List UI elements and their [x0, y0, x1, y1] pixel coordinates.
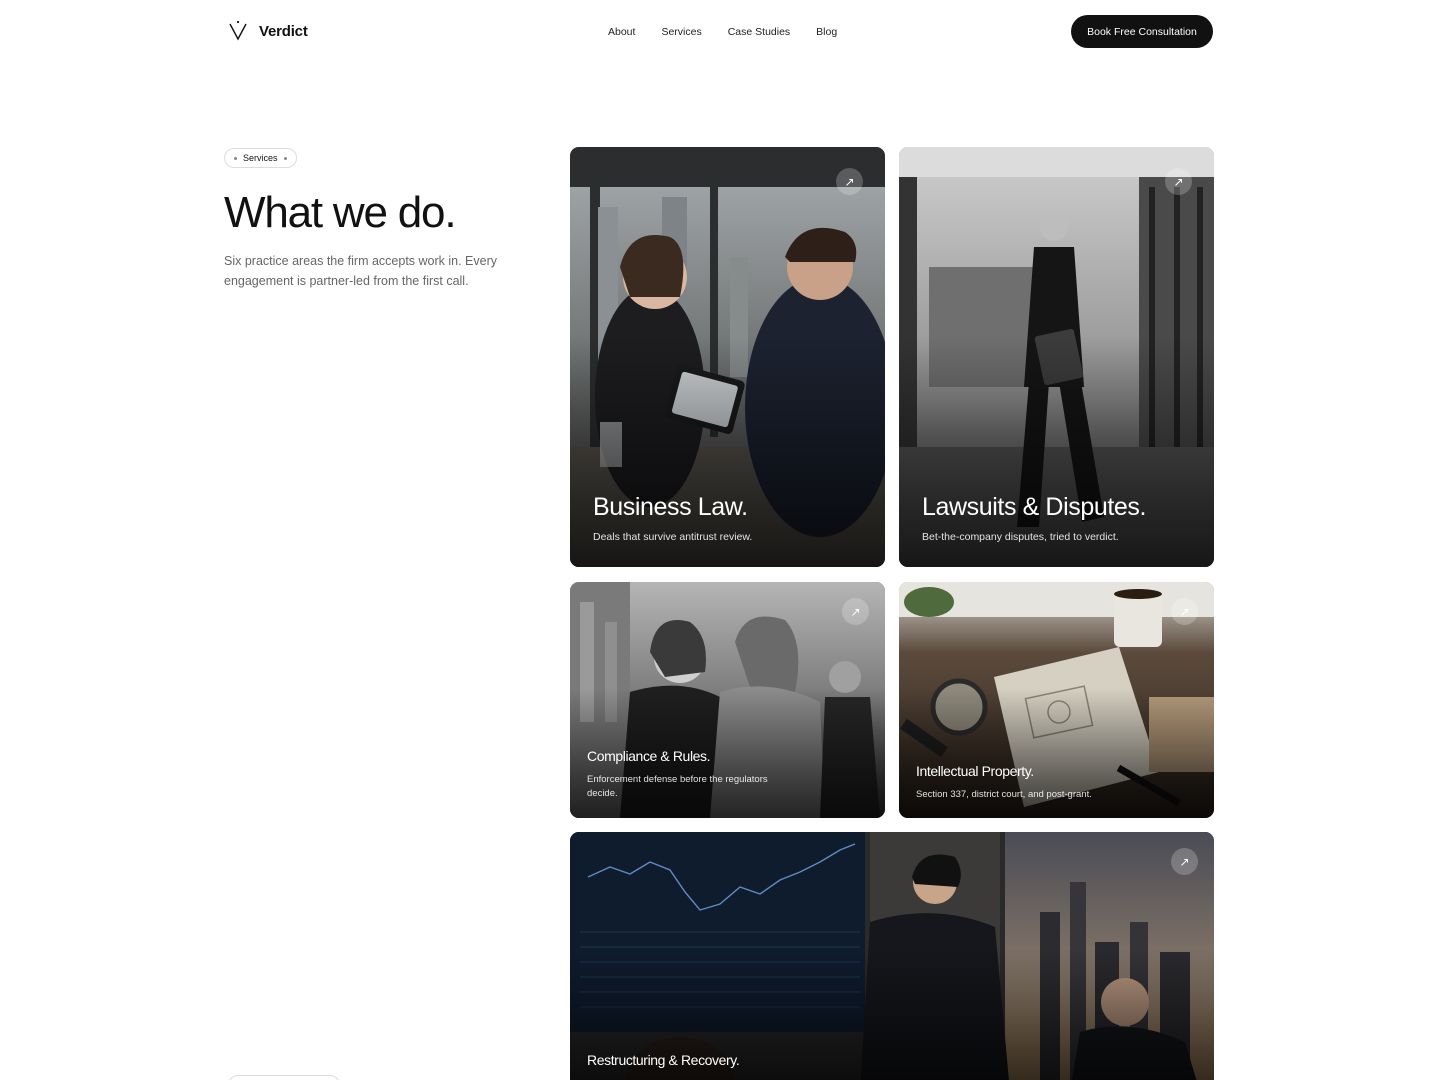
service-card-business-law[interactable]: ↗ Business Law. Deals that survive antit… [570, 147, 885, 567]
card-subtitle: Enforcement defense before the regulator… [587, 774, 768, 799]
arrow-up-right-icon[interactable]: ↗ [1171, 598, 1198, 625]
badge-dot-icon [283, 156, 287, 160]
card-title: Business Law. [593, 493, 748, 521]
section-badge: Services [224, 148, 297, 168]
nav-link-case-studies[interactable]: Case Studies [728, 26, 790, 38]
card-title: Intellectual Property. [916, 763, 1034, 779]
nav-link-blog[interactable]: Blog [816, 26, 837, 38]
v-mark-logo-icon [229, 20, 247, 41]
section-badge-label: Services [243, 153, 278, 163]
nav-link-services[interactable]: Services [661, 26, 701, 38]
brand-name: Verdict [259, 22, 308, 40]
secondary-badge [228, 1075, 340, 1080]
service-card-restructuring-recovery[interactable]: ↗ Restructuring & Recovery. [570, 832, 1214, 1080]
brand-logo[interactable]: Verdict [228, 20, 308, 42]
card-subtitle: Bet-the-company disputes, tried to verdi… [922, 531, 1119, 543]
section-title: What we do. [224, 188, 457, 237]
service-card-compliance-rules[interactable]: ↗ Compliance & Rules. Enforcement defens… [570, 582, 885, 818]
arrow-up-right-icon[interactable]: ↗ [1165, 168, 1192, 195]
nav-link-about[interactable]: About [608, 26, 635, 38]
card-title: Lawsuits & Disputes. [922, 493, 1147, 521]
badge-dot-icon [234, 156, 237, 160]
main-menu: About Services Case Studies Blog [608, 26, 837, 38]
top-nav: Verdict About Services Case Studies Blog… [0, 0, 1440, 64]
service-card-lawsuits-disputes[interactable]: ↗ Lawsuits & Disputes. Bet-the-company d… [899, 147, 1214, 567]
service-card-intellectual-property[interactable]: ↗ Intellectual Property. Section 337, di… [899, 582, 1214, 818]
card-subtitle: Deals that survive antitrust review. [593, 531, 753, 543]
arrow-up-right-icon[interactable]: ↗ [836, 168, 863, 195]
card-title: Compliance & Rules. [587, 748, 711, 764]
section-description: Six practice areas the firm accepts work… [224, 254, 498, 288]
arrow-up-right-icon[interactable]: ↗ [1171, 848, 1198, 875]
card-title: Restructuring & Recovery. [587, 1052, 740, 1068]
book-consultation-button[interactable]: Book Free Consultation [1071, 15, 1213, 48]
arrow-up-right-icon[interactable]: ↗ [842, 598, 869, 625]
card-subtitle: Section 337, district court, and post-gr… [916, 789, 1092, 800]
